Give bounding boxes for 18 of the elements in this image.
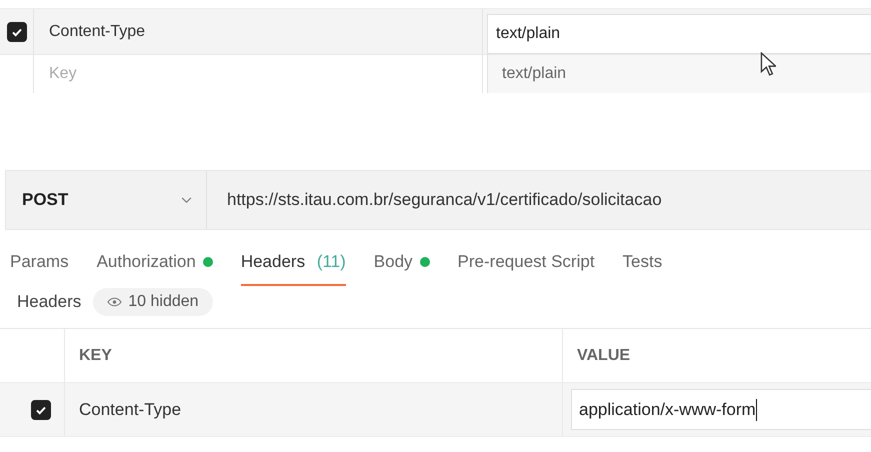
eye-icon — [107, 297, 122, 307]
hidden-headers-toggle[interactable]: 10 hidden — [93, 288, 213, 316]
column-header: VALUE — [577, 346, 630, 364]
value-field[interactable]: text/plain — [487, 14, 871, 54]
column-header: KEY — [79, 346, 112, 364]
suggestion-item[interactable]: text/plain — [488, 55, 871, 93]
tab[interactable]: Authorization — [96, 248, 213, 286]
tab[interactable]: Params — [10, 248, 69, 286]
tab[interactable]: Headers (11) — [240, 248, 346, 286]
header-key: Content-Type — [49, 22, 146, 40]
tab[interactable]: Body — [374, 248, 430, 286]
tab[interactable]: Pre-request Script — [458, 248, 595, 286]
value-field[interactable]: application/x-www-form — [571, 389, 871, 430]
headers-label: Headers — [17, 292, 82, 312]
checkbox[interactable] — [31, 400, 51, 420]
header-key: Content-Type — [79, 400, 182, 420]
checkbox[interactable] — [6, 22, 26, 42]
tab[interactable]: Tests — [622, 248, 662, 286]
